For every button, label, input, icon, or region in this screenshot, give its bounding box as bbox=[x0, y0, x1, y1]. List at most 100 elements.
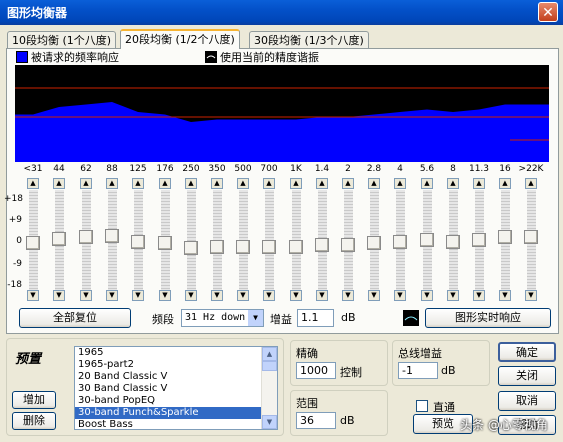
band-slider-track[interactable] bbox=[501, 190, 510, 300]
slider-down-icon[interactable]: ▼ bbox=[132, 290, 144, 301]
slider-up-icon[interactable]: ▲ bbox=[80, 178, 92, 189]
slider-down-icon[interactable]: ▼ bbox=[53, 290, 65, 301]
preset-list[interactable]: 1965 1965-part2 20 Band Classic V 30 Band C… bbox=[74, 346, 278, 430]
band-slider-thumb[interactable] bbox=[210, 239, 224, 254]
slider-down-icon[interactable]: ▼ bbox=[80, 290, 92, 301]
band-slider-thumb[interactable] bbox=[131, 234, 145, 249]
slider-up-icon[interactable]: ▲ bbox=[342, 178, 354, 189]
slider-down-icon[interactable]: ▼ bbox=[185, 290, 197, 301]
band-slider-thumb[interactable] bbox=[79, 230, 93, 245]
band-slider-thumb[interactable] bbox=[498, 230, 512, 245]
band-slider-thumb[interactable] bbox=[105, 228, 119, 243]
band-slider-track[interactable] bbox=[82, 190, 91, 300]
band-slider-thumb[interactable] bbox=[236, 239, 250, 254]
slider-down-icon[interactable]: ▼ bbox=[159, 290, 171, 301]
response-plot bbox=[15, 87, 549, 162]
slider-down-icon[interactable]: ▼ bbox=[237, 290, 249, 301]
slider-down-icon[interactable]: ▼ bbox=[342, 290, 354, 301]
preset-item[interactable]: 30-band Punch&Sparkle bbox=[75, 407, 277, 419]
slider-down-icon[interactable]: ▼ bbox=[499, 290, 511, 301]
frequency-response-graph bbox=[15, 65, 549, 162]
scroll-thumb[interactable] bbox=[262, 361, 277, 371]
band-slider-thumb[interactable] bbox=[315, 238, 329, 252]
bypass-checkbox[interactable] bbox=[416, 400, 428, 412]
slider-down-icon[interactable]: ▼ bbox=[525, 290, 537, 301]
requested-response-swatch bbox=[16, 51, 28, 63]
band-slider-thumb[interactable] bbox=[289, 239, 303, 254]
slider-down-icon[interactable]: ▼ bbox=[106, 290, 118, 301]
band-slider-thumb[interactable] bbox=[524, 230, 538, 245]
slider-down-icon[interactable]: ▼ bbox=[290, 290, 302, 301]
slider-up-icon[interactable]: ▲ bbox=[316, 178, 328, 189]
slider-down-icon[interactable]: ▼ bbox=[316, 290, 328, 301]
add-preset-button[interactable]: 增加 bbox=[12, 391, 56, 409]
preset-item[interactable]: 1965-part2 bbox=[75, 359, 277, 371]
slider-up-icon[interactable]: ▲ bbox=[53, 178, 65, 189]
preset-item[interactable]: 30 Band Classic V bbox=[75, 383, 277, 395]
close-icon[interactable]: ✕ bbox=[538, 2, 558, 22]
scroll-up-icon[interactable]: ▲ bbox=[262, 347, 277, 361]
slider-up-icon[interactable]: ▲ bbox=[211, 178, 223, 189]
slider-down-icon[interactable]: ▼ bbox=[473, 290, 485, 301]
slider-up-icon[interactable]: ▲ bbox=[106, 178, 118, 189]
band-slider-thumb[interactable] bbox=[472, 233, 486, 248]
ok-button[interactable]: 确定 bbox=[498, 342, 556, 362]
scroll-down-icon[interactable]: ▼ bbox=[262, 415, 277, 429]
band-slider-track[interactable] bbox=[108, 190, 117, 300]
band-slider-thumb[interactable] bbox=[446, 234, 460, 249]
delete-preset-button[interactable]: 删除 bbox=[12, 412, 56, 430]
band-slider-thumb[interactable] bbox=[158, 236, 172, 251]
slider-down-icon[interactable]: ▼ bbox=[368, 290, 380, 301]
slider-up-icon[interactable]: ▲ bbox=[159, 178, 171, 189]
slider-up-icon[interactable]: ▲ bbox=[185, 178, 197, 189]
range-input[interactable]: 36 bbox=[296, 412, 336, 429]
band-slider-thumb[interactable] bbox=[393, 234, 407, 249]
slider-up-icon[interactable]: ▲ bbox=[447, 178, 459, 189]
preset-scrollbar[interactable]: ▲ ▼ bbox=[261, 347, 277, 429]
preset-item[interactable]: 1965 bbox=[75, 347, 277, 359]
preset-item[interactable]: Boost Bass bbox=[75, 419, 277, 429]
reset-all-button[interactable]: 全部复位 bbox=[19, 308, 131, 328]
slider-up-icon[interactable]: ▲ bbox=[290, 178, 302, 189]
slider-down-icon[interactable]: ▼ bbox=[447, 290, 459, 301]
slider-down-icon[interactable]: ▼ bbox=[27, 290, 39, 301]
band-select[interactable]: 31 Hz down ▼ bbox=[181, 309, 264, 327]
slider-up-icon[interactable]: ▲ bbox=[263, 178, 275, 189]
tab-10-band[interactable]: 10段均衡 (1个八度) bbox=[7, 31, 117, 48]
slider-up-icon[interactable]: ▲ bbox=[27, 178, 39, 189]
chevron-down-icon[interactable]: ▼ bbox=[248, 310, 263, 326]
slider-up-icon[interactable]: ▲ bbox=[473, 178, 485, 189]
band-slider-thumb[interactable] bbox=[341, 238, 355, 252]
db-label: +18 bbox=[4, 194, 23, 204]
band-slider-thumb[interactable] bbox=[26, 236, 40, 251]
slider-down-icon[interactable]: ▼ bbox=[421, 290, 433, 301]
slider-up-icon[interactable]: ▲ bbox=[237, 178, 249, 189]
precision-input[interactable]: 1000 bbox=[296, 362, 336, 379]
gain-input[interactable]: 1.1 bbox=[297, 309, 334, 327]
slider-down-icon[interactable]: ▼ bbox=[211, 290, 223, 301]
slider-up-icon[interactable]: ▲ bbox=[132, 178, 144, 189]
slider-up-icon[interactable]: ▲ bbox=[394, 178, 406, 189]
tab-30-band[interactable]: 30段均衡 (1/3个八度) bbox=[249, 31, 369, 48]
band-slider-thumb[interactable] bbox=[262, 239, 276, 254]
tab-20-band[interactable]: 20段均衡 (1/2个八度) bbox=[120, 29, 240, 49]
slider-up-icon[interactable]: ▲ bbox=[368, 178, 380, 189]
band-label: 频段 bbox=[152, 313, 174, 326]
band-slider-thumb[interactable] bbox=[420, 233, 434, 248]
band-slider-thumb[interactable] bbox=[52, 231, 66, 246]
band-slider-thumb[interactable] bbox=[367, 236, 381, 251]
slider-up-icon[interactable]: ▲ bbox=[499, 178, 511, 189]
band-slider-thumb[interactable] bbox=[184, 241, 198, 256]
preset-item[interactable]: 30-band PopEQ bbox=[75, 395, 277, 407]
preset-item[interactable]: 20 Band Classic V bbox=[75, 371, 277, 383]
slider-down-icon[interactable]: ▼ bbox=[263, 290, 275, 301]
legend-requested-label: 被请求的频率响应 bbox=[31, 51, 119, 64]
slider-down-icon[interactable]: ▼ bbox=[394, 290, 406, 301]
close-button[interactable]: 关闭 bbox=[498, 366, 556, 386]
slider-up-icon[interactable]: ▲ bbox=[421, 178, 433, 189]
cancel-button[interactable]: 取消 bbox=[498, 391, 556, 411]
slider-up-icon[interactable]: ▲ bbox=[525, 178, 537, 189]
master-gain-input[interactable]: -1 bbox=[398, 362, 438, 379]
realtime-response-button[interactable]: 图形实时响应 bbox=[425, 308, 551, 328]
band-slider-track[interactable] bbox=[527, 190, 536, 300]
